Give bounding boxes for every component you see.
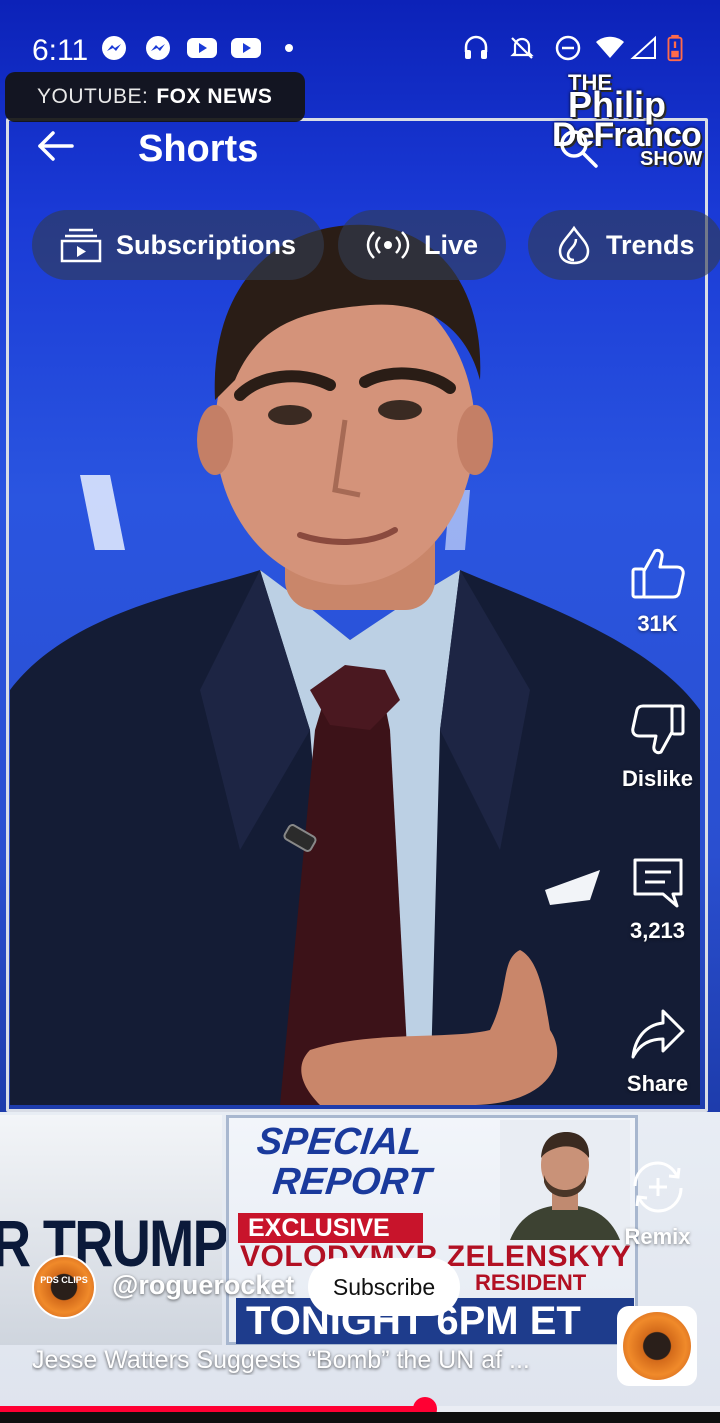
bottom-nav-edge (0, 1412, 720, 1423)
do-not-disturb-icon (555, 35, 581, 61)
messenger-icon (146, 36, 170, 60)
live-icon (366, 231, 410, 259)
avatar-text: PDS CLIPS (40, 1275, 88, 1285)
special-report-title: SPECIAL REPORT (251, 1121, 437, 1203)
logo-line-4: SHOW (640, 148, 703, 170)
more-notifications-icon (285, 44, 293, 52)
comments-button[interactable]: 3,213 (600, 852, 715, 944)
status-time: 6:11 (32, 34, 89, 67)
wifi-icon (596, 36, 624, 58)
dislike-button[interactable]: Dislike (600, 700, 715, 792)
signal-icon (630, 35, 656, 59)
remix-icon (633, 1161, 682, 1213)
headphones-icon (464, 35, 488, 59)
chip-live-label: Live (424, 229, 479, 260)
remix-label: Remix (624, 1224, 691, 1249)
chip-subscriptions-label: Subscriptions (116, 229, 297, 260)
dislike-label: Dislike (622, 766, 693, 791)
comment-icon (633, 858, 682, 908)
sound-thumbnail-image (623, 1312, 691, 1380)
youtube-icon (187, 38, 217, 58)
channel-avatar[interactable]: PDS CLIPS (32, 1255, 96, 1319)
chip-live[interactable]: Live (338, 210, 507, 280)
search-icon[interactable] (556, 126, 600, 170)
chip-subscriptions[interactable]: Subscriptions (32, 210, 325, 280)
special-report-line-1: SPECIAL (254, 1121, 425, 1163)
comment-count: 3,213 (629, 918, 686, 943)
subscriptions-icon (60, 228, 102, 263)
share-button[interactable]: Share (600, 1005, 715, 1097)
share-icon (631, 1009, 684, 1059)
bell-off-icon (510, 37, 534, 59)
chip-trends-label: Trends (606, 229, 695, 260)
trends-icon (558, 225, 590, 265)
subscribe-button[interactable]: Subscribe (308, 1258, 460, 1316)
source-tag: YOUTUBE: FOX NEWS (5, 72, 305, 122)
battery-low-icon (667, 34, 683, 62)
status-bar: 6:11 (0, 22, 720, 72)
like-button[interactable]: 31K (600, 545, 715, 637)
thumbs-up-icon (631, 548, 685, 599)
special-report-line-2: REPORT (270, 1161, 433, 1203)
remix-button[interactable]: Remix (600, 1158, 715, 1250)
president-line: RESIDENT (475, 1270, 587, 1295)
source-channel: FOX NEWS (156, 85, 273, 108)
source-prefix: YOUTUBE: (37, 85, 149, 108)
sound-thumbnail[interactable] (617, 1306, 697, 1386)
chip-trends[interactable]: Trends (528, 210, 720, 280)
video-title[interactable]: Jesse Watters Suggests “Bomb” the UN af … (32, 1346, 592, 1375)
messenger-icon (102, 36, 126, 60)
host-figure (10, 224, 700, 1105)
youtube-icon (231, 38, 261, 58)
exclusive-banner: EXCLUSIVE (238, 1213, 423, 1243)
like-count: 31K (637, 611, 678, 636)
back-arrow-icon[interactable] (34, 124, 78, 168)
channel-handle[interactable]: @roguerocket (112, 1270, 294, 1301)
thumbs-down-icon (630, 704, 684, 755)
page-title: Shorts (138, 128, 259, 170)
share-label: Share (626, 1071, 689, 1096)
